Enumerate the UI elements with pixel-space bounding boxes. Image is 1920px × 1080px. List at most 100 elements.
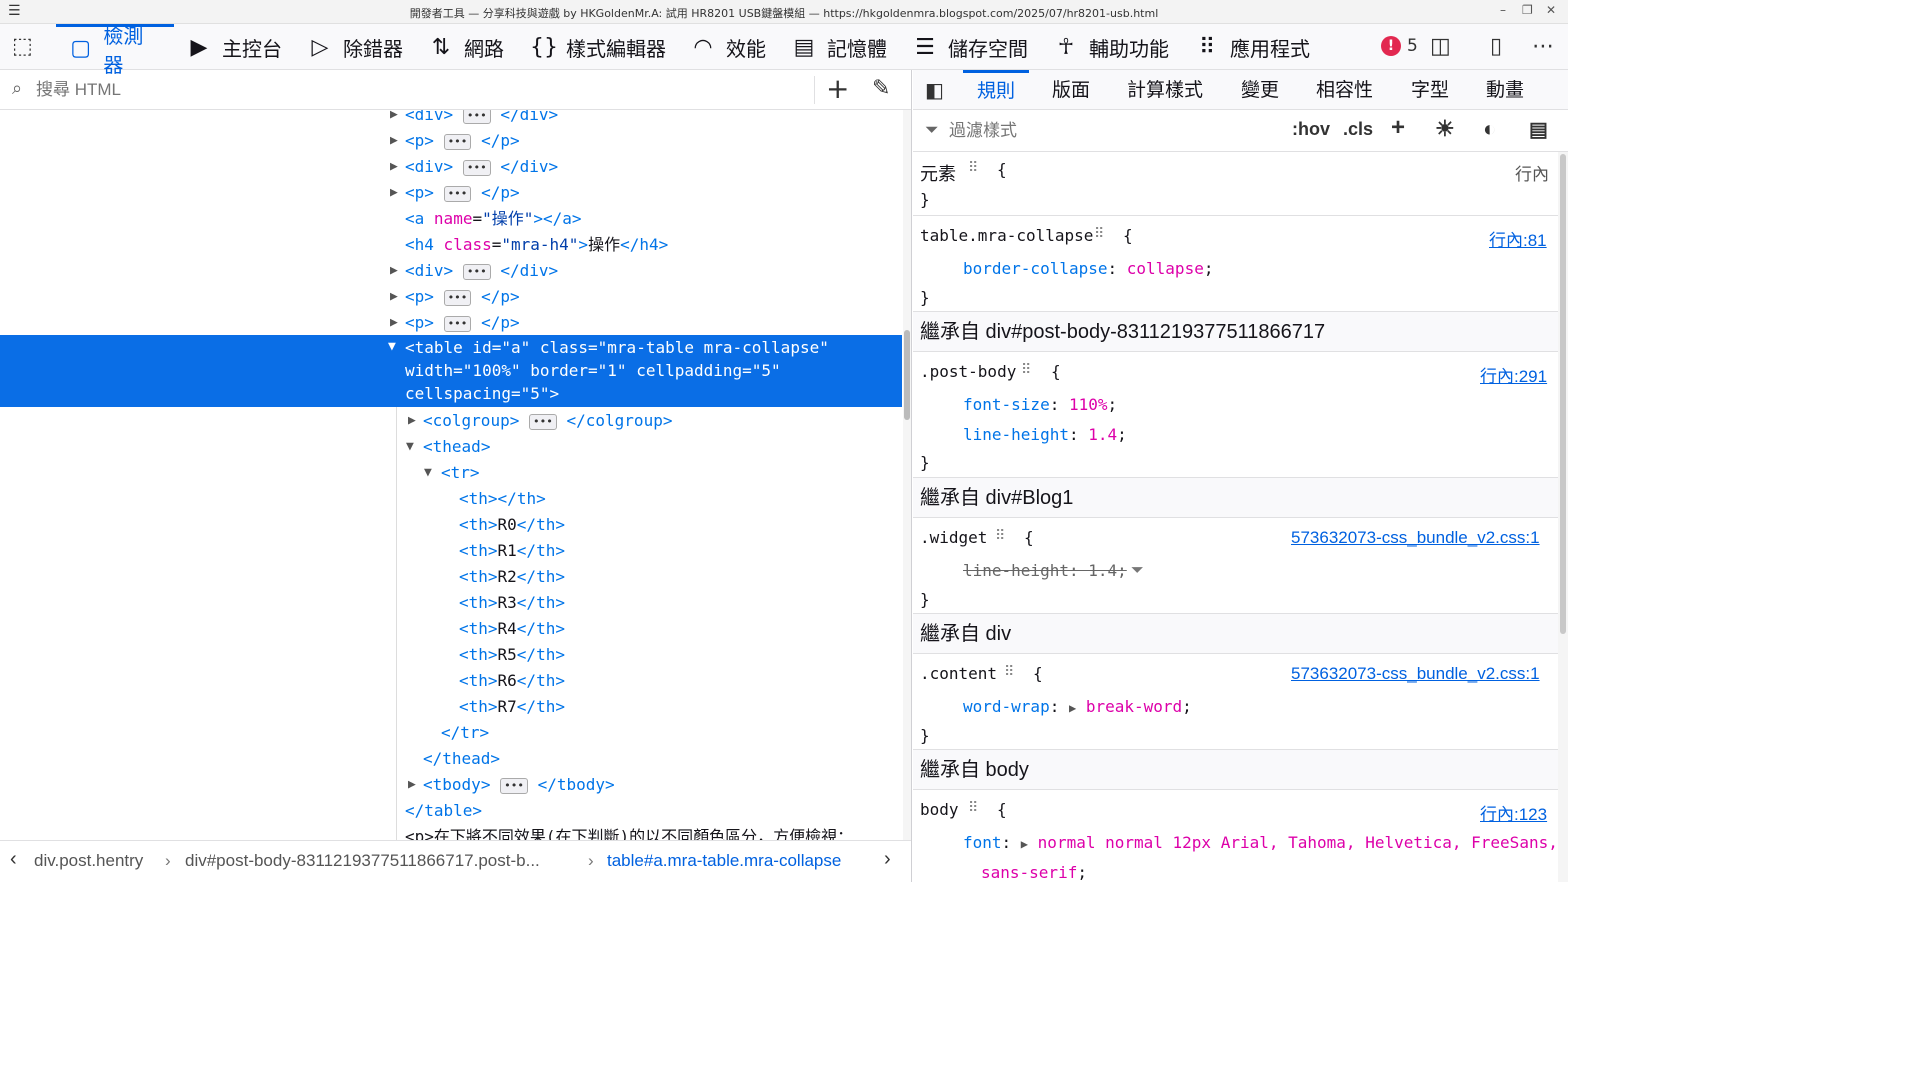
rule-source-link[interactable]: 行內:81 (1489, 226, 1547, 251)
tree-node[interactable]: <th>R6</th> (0, 668, 902, 694)
tab-fonts[interactable]: 字型 (1411, 70, 1449, 110)
ellipsis-badge[interactable]: ••• (462, 159, 491, 176)
breadcrumb-item-current[interactable]: table#a.mra-table.mra-collapse (607, 851, 841, 871)
search-html-input[interactable] (36, 76, 806, 104)
ellipsis-badge[interactable]: ••• (443, 185, 472, 202)
markup-scrollbar[interactable] (903, 110, 911, 840)
tree-node[interactable]: <h4 class="mra-h4">操作</h4> (0, 232, 902, 258)
hov-toggle[interactable]: :hov (1292, 119, 1330, 140)
expand-arrow-icon[interactable]: ▶ (1021, 837, 1028, 851)
filter-styles-input[interactable] (949, 117, 1249, 145)
tree-node[interactable]: <th>R7</th> (0, 694, 902, 720)
tree-node[interactable]: <th></th> (0, 486, 902, 512)
tab-changes[interactable]: 變更 (1241, 70, 1279, 110)
tree-node[interactable]: ▶ <p> ••• </p> (0, 284, 902, 310)
grid-icon[interactable]: ⠿ (968, 800, 978, 816)
tree-node[interactable]: <a name="操作"></a> (0, 206, 902, 232)
tree-node[interactable]: </thead> (0, 746, 902, 772)
tree-node[interactable]: ▶ <div> ••• </div> (0, 154, 902, 180)
scroll-thumb[interactable] (1560, 154, 1566, 634)
tab-debugger[interactable]: ▷ 除錯器 (307, 24, 403, 70)
rule-source-link[interactable]: 行內:123 (1480, 800, 1547, 825)
split-console-icon[interactable]: ◫ (1430, 34, 1451, 59)
eyedropper-icon[interactable]: ✎ (872, 76, 890, 101)
toggle-pane-icon[interactable]: ◧ (925, 78, 944, 102)
tree-node[interactable]: ▶ <p> ••• </p> (0, 180, 902, 206)
ellipsis-badge[interactable]: ••• (443, 315, 472, 332)
dark-theme-icon[interactable]: ◐ (1483, 116, 1496, 142)
ellipsis-badge[interactable]: ••• (500, 777, 528, 794)
tree-node[interactable]: ▶ <colgroup> ••• </colgroup> (0, 408, 902, 434)
tree-node[interactable]: ▼ <thead> (0, 434, 902, 460)
tree-node[interactable]: <th>R5</th> (0, 642, 902, 668)
tree-node[interactable]: ▶ <div> ••• </div> (0, 258, 902, 284)
tab-style-editor[interactable]: {} 樣式編輯器 (530, 24, 666, 70)
declaration[interactable]: border-collapse: collapse; (963, 259, 1213, 278)
tab-animations[interactable]: 動畫 (1486, 70, 1524, 110)
declaration[interactable]: line-height: 1.4; (963, 425, 1127, 444)
tree-node[interactable]: <th>R3</th> (0, 590, 902, 616)
tab-memory[interactable]: ▤ 記憶體 (791, 24, 887, 70)
minimize-icon[interactable]: – (1500, 3, 1506, 17)
error-count-badge[interactable]: ! 5 (1381, 36, 1418, 56)
ellipsis-badge[interactable]: ••• (462, 110, 491, 124)
cls-toggle[interactable]: .cls (1343, 119, 1373, 140)
tree-node[interactable]: ▼ <tr> (0, 460, 902, 486)
tree-node[interactable]: </table> (0, 798, 902, 824)
grid-icon[interactable]: ⠿ (1094, 226, 1104, 242)
expand-arrow-icon[interactable]: ▶ (1069, 701, 1076, 715)
more-options-icon[interactable]: ⋯ (1532, 34, 1554, 59)
tree-node[interactable]: ▶ <p> ••• </p> (0, 310, 902, 336)
tree-node[interactable]: <th>R4</th> (0, 616, 902, 642)
element-picker-icon[interactable]: ⬚ (12, 34, 33, 59)
tab-application[interactable]: ⠿ 應用程式 (1194, 24, 1310, 70)
tree-node[interactable]: <th>R2</th> (0, 564, 902, 590)
ellipsis-badge[interactable]: ••• (443, 133, 472, 150)
declaration[interactable]: word-wrap: ▶ break-word; (963, 697, 1192, 716)
scroll-thumb[interactable] (904, 330, 910, 420)
grid-icon[interactable]: ⠿ (995, 528, 1005, 544)
tab-storage[interactable]: ☰ 儲存空間 (912, 24, 1028, 70)
tab-performance[interactable]: ◠ 效能 (690, 24, 766, 70)
light-theme-icon[interactable]: ☀ (1435, 116, 1455, 142)
overridden-declaration[interactable]: line-height: 1.4; (963, 561, 1127, 580)
restore-icon[interactable]: ❐ (1522, 3, 1533, 17)
close-icon[interactable]: ✕ (1546, 3, 1556, 17)
tab-console[interactable]: ▶ 主控台 (186, 24, 282, 70)
rule-source-link[interactable]: 573632073-css_bundle_v2.css:1 (1291, 664, 1540, 684)
tab-layout[interactable]: 版面 (1052, 70, 1090, 110)
filter-funnel-icon[interactable]: ⏷ (1131, 560, 1144, 580)
selected-node-table[interactable]: ▼ <table id="a" class="mra-table mra-col… (0, 335, 902, 407)
rules-scrollbar[interactable] (1558, 152, 1568, 882)
grid-icon[interactable]: ⠿ (1021, 362, 1031, 378)
ellipsis-badge[interactable]: ••• (528, 413, 557, 430)
breadcrumb-item[interactable]: div.post.hentry (34, 851, 143, 871)
tab-computed[interactable]: 計算樣式 (1127, 70, 1203, 110)
add-rule-icon[interactable]: + (1391, 114, 1405, 142)
tab-rules[interactable]: 規則 (963, 70, 1030, 110)
breadcrumb-item[interactable]: div#post-body-8311219377511866717.post-b… (185, 851, 540, 871)
rule-source-link[interactable]: 行內:291 (1480, 362, 1547, 387)
dock-icon[interactable]: ▯ (1490, 34, 1502, 59)
declaration[interactable]: font: ▶ normal normal 12px Arial, Tahoma… (963, 833, 1558, 852)
chevron-right-icon[interactable]: › (884, 848, 891, 871)
tree-node[interactable]: ▶ <tbody> ••• </tbody> (0, 772, 902, 798)
tree-node[interactable]: <p>在下將不同效果(在下判斷)的以不同顏色區分，方便檢視： (0, 824, 902, 840)
ellipsis-badge[interactable]: ••• (443, 289, 472, 306)
grid-icon[interactable]: ⠿ (968, 160, 978, 176)
add-node-icon[interactable]: + (826, 72, 849, 105)
collapse-arrow-icon[interactable]: ▼ (388, 335, 396, 358)
declaration[interactable]: font-size: 110%; (963, 395, 1117, 414)
grid-icon[interactable]: ⠿ (1004, 664, 1014, 680)
tab-compatibility[interactable]: 相容性 (1316, 70, 1373, 110)
tree-node[interactable]: ▶ <p> ••• </p> (0, 128, 902, 154)
tab-network[interactable]: ⇅ 網路 (428, 24, 504, 70)
tree-node[interactable]: <th>R0</th> (0, 512, 902, 538)
print-media-icon[interactable]: ▤ (1529, 117, 1548, 142)
tree-node[interactable]: <th>R1</th> (0, 538, 902, 564)
tab-accessibility[interactable]: ☥ 輔助功能 (1053, 24, 1169, 70)
chevron-left-icon[interactable]: ‹ (10, 848, 17, 871)
tree-node[interactable]: ▶ <div> ••• </div> (0, 110, 902, 128)
tab-inspector[interactable]: ▢ 檢測器 (56, 24, 174, 77)
tree-node[interactable]: </tr> (0, 720, 902, 746)
